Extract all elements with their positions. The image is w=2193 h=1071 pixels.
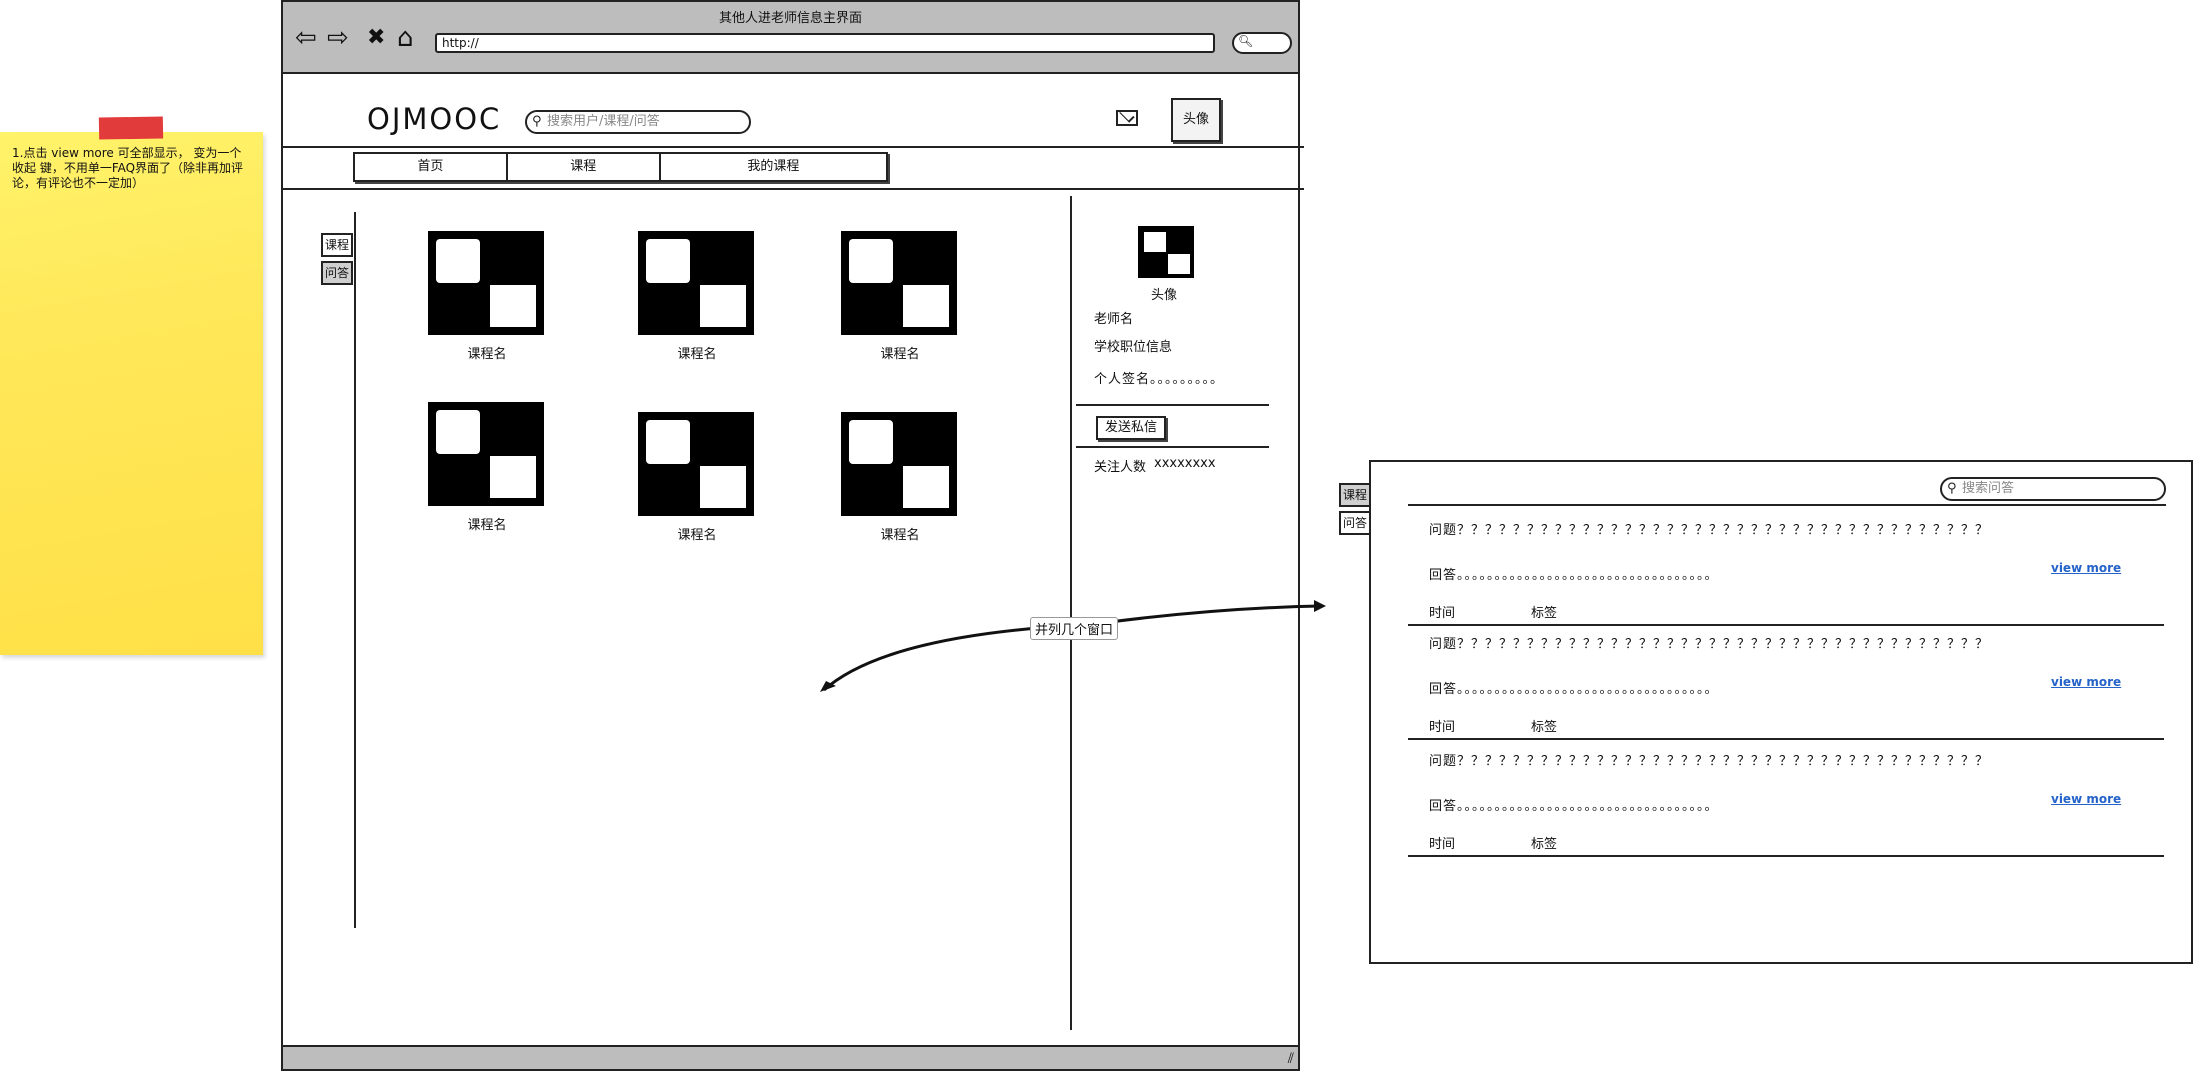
view-more-link[interactable]: view more bbox=[2051, 561, 2121, 575]
faq-time: 时间 bbox=[1429, 720, 1456, 735]
faq-time: 时间 bbox=[1429, 606, 1456, 621]
faq-item-divider bbox=[1408, 624, 2164, 626]
faq-item-divider bbox=[1408, 855, 2164, 857]
faq-question: 问题？？？？？？？？？？？？？？？？？？？？？？？？？？？？？？？？？？？？？？ bbox=[1429, 754, 1990, 769]
view-more-link[interactable]: view more bbox=[2051, 792, 2121, 806]
faq-question: 问题？？？？？？？？？？？？？？？？？？？？？？？？？？？？？？？？？？？？？？ bbox=[1429, 637, 1990, 652]
annotation-label: 并列几个窗口 bbox=[1030, 617, 1119, 640]
faq-search-input[interactable]: ⚲ 搜索问答 bbox=[1940, 477, 2166, 501]
faq-panel: ⚲ 搜索问答 问题？？？？？？？？？？？？？？？？？？？？？？？？？？？？？？？… bbox=[1369, 460, 2193, 964]
faq-search-placeholder: 搜索问答 bbox=[1962, 481, 2015, 496]
faq-tag: 标签 bbox=[1531, 720, 1558, 735]
faq-side-tab-courses[interactable]: 课程 bbox=[1339, 483, 1371, 507]
arrow-right-path bbox=[1109, 604, 1321, 624]
faq-tag: 标签 bbox=[1531, 606, 1558, 621]
faq-answer: 回答。。。。。。。。。。。。。。。。。。。。。。。。。。。。。。。。。。 bbox=[1429, 799, 1719, 814]
faq-tag: 标签 bbox=[1531, 837, 1558, 852]
arrow-left-path bbox=[823, 625, 1051, 692]
arrow-right-head bbox=[1314, 600, 1326, 612]
faq-question: 问题？？？？？？？？？？？？？？？？？？？？？？？？？？？？？？？？？？？？？？ bbox=[1429, 523, 1990, 538]
faq-side-tab-qa[interactable]: 问答 bbox=[1339, 511, 1371, 535]
faq-answer: 回答。。。。。。。。。。。。。。。。。。。。。。。。。。。。。。。。。。 bbox=[1429, 682, 1719, 697]
faq-item-divider bbox=[1408, 738, 2164, 740]
search-icon: ⚲ bbox=[1947, 481, 1957, 496]
faq-top-divider bbox=[1408, 504, 2166, 506]
faq-time: 时间 bbox=[1429, 837, 1456, 852]
faq-answer: 回答。。。。。。。。。。。。。。。。。。。。。。。。。。。。。。。。。。 bbox=[1429, 568, 1719, 583]
view-more-link[interactable]: view more bbox=[2051, 675, 2121, 689]
